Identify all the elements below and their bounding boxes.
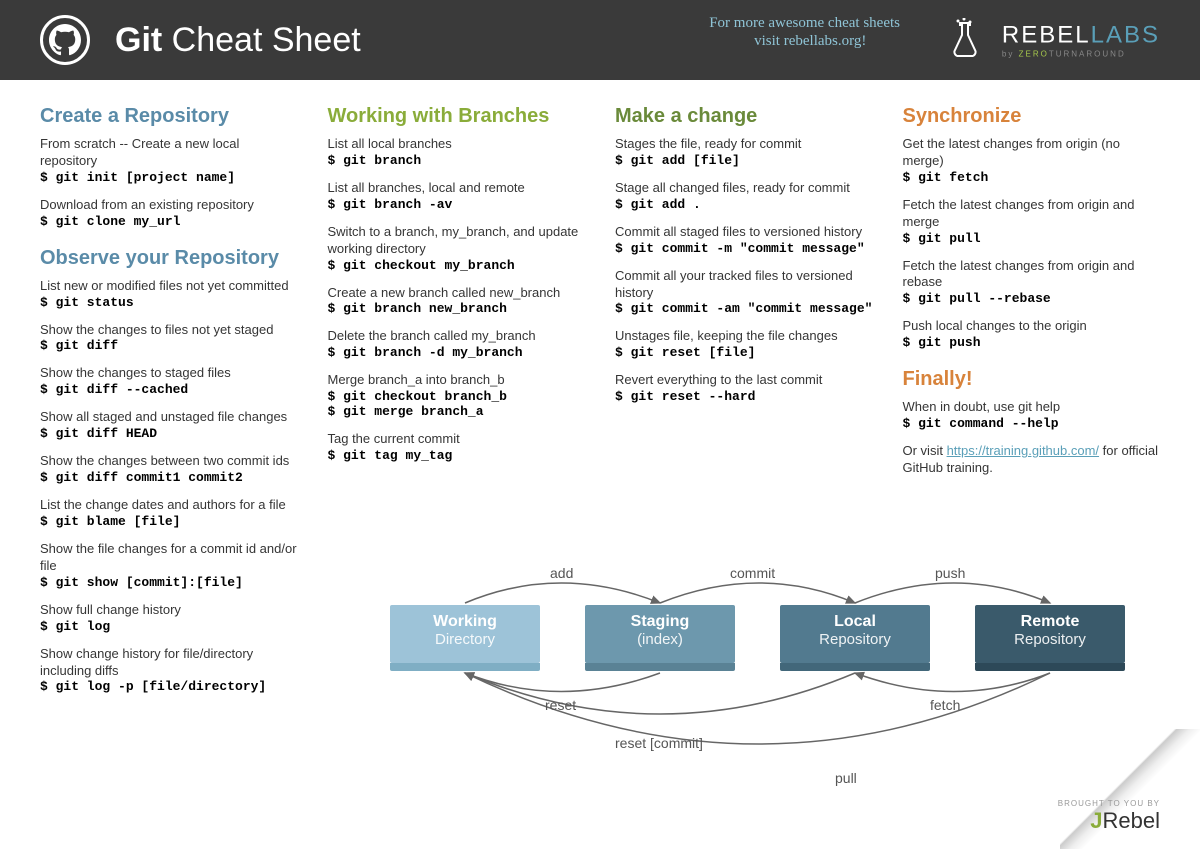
- cmd: $ git add .: [615, 197, 873, 212]
- cmd: $ git diff --cached: [40, 382, 298, 397]
- desc: Delete the branch called my_branch: [328, 328, 586, 345]
- box-staging: Staging (index): [585, 605, 735, 663]
- github-icon: [40, 15, 90, 65]
- desc: List all local branches: [328, 136, 586, 153]
- desc: Commit all your tracked files to version…: [615, 268, 873, 302]
- desc: List all branches, local and remote: [328, 180, 586, 197]
- desc: Show the changes to files not yet staged: [40, 322, 298, 339]
- label-reset-commit: reset [commit]: [615, 735, 703, 751]
- cmd: $ git push: [903, 335, 1161, 350]
- desc: Show the changes between two commit ids: [40, 453, 298, 470]
- desc: Stages the file, ready for commit: [615, 136, 873, 153]
- section-title-finally: Finally!: [903, 368, 1161, 391]
- desc: List new or modified files not yet commi…: [40, 278, 298, 295]
- desc: Merge branch_a into branch_b: [328, 372, 586, 389]
- cmd: $ git command --help: [903, 416, 1161, 431]
- desc: Show all staged and unstaged file change…: [40, 409, 298, 426]
- desc: Fetch the latest changes from origin and…: [903, 197, 1161, 231]
- cmd: $ git commit -am "commit message": [615, 301, 873, 316]
- label-push: push: [935, 565, 965, 581]
- cmd: $ git show [commit]:[file]: [40, 575, 298, 590]
- cmd: $ git log -p [file/directory]: [40, 679, 298, 694]
- label-reset: reset: [545, 697, 576, 713]
- cmd: $ git blame [file]: [40, 514, 298, 529]
- cmd: $ git checkout my_branch: [328, 258, 586, 273]
- cmd: $ git checkout branch_b $ git merge bran…: [328, 389, 586, 419]
- desc: Show the changes to staged files: [40, 365, 298, 382]
- cmd: $ git branch -av: [328, 197, 586, 212]
- promo-text: For more awesome cheat sheets visit rebe…: [709, 14, 900, 50]
- desc: Create a new branch called new_branch: [328, 285, 586, 302]
- desc: Commit all staged files to versioned his…: [615, 224, 873, 241]
- section-title-branches: Working with Branches: [328, 105, 586, 128]
- column-create-observe: Create a Repository From scratch -- Crea…: [40, 105, 298, 706]
- box-local: Local Repository: [780, 605, 930, 663]
- cmd: $ git log: [40, 619, 298, 634]
- desc: Show full change history: [40, 602, 298, 619]
- label-fetch: fetch: [930, 697, 960, 713]
- desc: Show change history for file/directory i…: [40, 646, 298, 680]
- cmd: $ git status: [40, 295, 298, 310]
- box-remote: Remote Repository: [975, 605, 1125, 663]
- desc: Get the latest changes from origin (no m…: [903, 136, 1161, 170]
- desc: List the change dates and authors for a …: [40, 497, 298, 514]
- label-pull: pull: [835, 770, 857, 786]
- desc: Tag the current commit: [328, 431, 586, 448]
- desc: Download from an existing repository: [40, 197, 298, 214]
- desc: From scratch -- Create a new local repos…: [40, 136, 298, 170]
- cmd: $ git init [project name]: [40, 170, 298, 185]
- label-add: add: [550, 565, 573, 581]
- cmd: $ git reset [file]: [615, 345, 873, 360]
- cmd: $ git reset --hard: [615, 389, 873, 404]
- desc: Revert everything to the last commit: [615, 372, 873, 389]
- flask-icon: [950, 18, 980, 63]
- label-commit: commit: [730, 565, 775, 581]
- cmd: $ git tag my_tag: [328, 448, 586, 463]
- footer-brand: BROUGHT TO YOU BY JRebel: [1058, 799, 1160, 834]
- cmd: $ git diff: [40, 338, 298, 353]
- desc: Show the file changes for a commit id an…: [40, 541, 298, 575]
- cmd: $ git branch -d my_branch: [328, 345, 586, 360]
- desc: Or visit https://training.github.com/ fo…: [903, 443, 1161, 477]
- cmd: $ git branch new_branch: [328, 301, 586, 316]
- cmd: $ git clone my_url: [40, 214, 298, 229]
- box-working: Working Directory: [390, 605, 540, 663]
- workflow-diagram: Working Directory Staging (index) Local …: [360, 555, 1160, 835]
- cmd: $ git add [file]: [615, 153, 873, 168]
- cmd: $ git branch: [328, 153, 586, 168]
- desc: Stage all changed files, ready for commi…: [615, 180, 873, 197]
- desc: When in doubt, use git help: [903, 399, 1161, 416]
- cmd: $ git pull: [903, 231, 1161, 246]
- brand-logo: REBELLABS by ZEROTURNAROUND: [1002, 22, 1160, 59]
- section-title-create: Create a Repository: [40, 105, 298, 128]
- cmd: $ git pull --rebase: [903, 291, 1161, 306]
- cmd: $ git commit -m "commit message": [615, 241, 873, 256]
- section-title-sync: Synchronize: [903, 105, 1161, 128]
- cmd: $ git diff HEAD: [40, 426, 298, 441]
- section-title-observe: Observe your Repository: [40, 247, 298, 270]
- desc: Fetch the latest changes from origin and…: [903, 258, 1161, 292]
- header: Git Cheat Sheet For more awesome cheat s…: [0, 0, 1200, 80]
- desc: Switch to a branch, my_branch, and updat…: [328, 224, 586, 258]
- desc: Push local changes to the origin: [903, 318, 1161, 335]
- page-title: Git Cheat Sheet: [115, 21, 361, 60]
- desc: Unstages file, keeping the file changes: [615, 328, 873, 345]
- section-title-change: Make a change: [615, 105, 873, 128]
- cmd: $ git fetch: [903, 170, 1161, 185]
- arrows: [360, 555, 1160, 835]
- cmd: $ git diff commit1 commit2: [40, 470, 298, 485]
- training-link[interactable]: https://training.github.com/: [947, 443, 1099, 458]
